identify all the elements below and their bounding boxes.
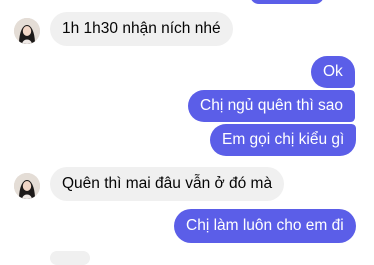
next-message-bubble-partial[interactable] (50, 251, 90, 265)
message-bubble-outgoing[interactable]: Chị làm luôn cho em đi (174, 209, 356, 243)
message-bubble-outgoing[interactable]: Em gọi chị kiểu gì (210, 124, 357, 156)
message-bubble-outgoing[interactable]: Ok (311, 56, 355, 88)
previous-message-bubble-partial[interactable] (250, 0, 324, 4)
contact-avatar-icon (14, 173, 40, 199)
message-text: Chị làm luôn cho em đi (186, 217, 344, 234)
message-text: Em gọi chị kiểu gì (222, 131, 345, 148)
message-bubble-incoming[interactable]: 1h 1h30 nhận ních nhé (50, 12, 233, 46)
message-bubble-outgoing[interactable]: Chị ngủ quên thì sao (188, 90, 356, 122)
contact-avatar-icon (14, 18, 40, 44)
contact-avatar[interactable] (14, 18, 40, 44)
message-bubble-incoming[interactable]: Quên thì mai đâu vẫn ở đó mà (50, 167, 285, 201)
message-text: 1h 1h30 nhận ních nhé (62, 20, 221, 37)
message-text: Chị ngủ quên thì sao (200, 97, 344, 114)
message-text: Quên thì mai đâu vẫn ở đó mà (62, 175, 273, 192)
message-text: Ok (323, 63, 343, 80)
contact-avatar[interactable] (14, 173, 40, 199)
